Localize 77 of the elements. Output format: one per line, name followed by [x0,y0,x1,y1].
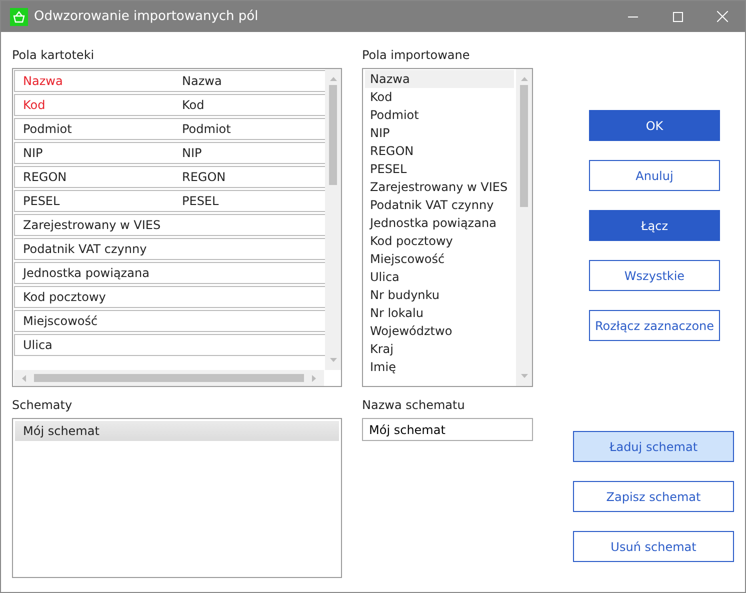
field-name: Kod [22,97,46,114]
grid-row[interactable]: Jednostka powiązana [14,262,325,284]
scroll-left-icon[interactable] [22,374,26,382]
scrollbar-thumb[interactable] [34,374,304,382]
grid-row[interactable]: Ulica [14,334,325,356]
list-item[interactable]: NIP [365,124,514,142]
field-name: Podmiot [22,121,73,138]
field-name: NIP [22,145,44,162]
list-item[interactable]: Kraj [365,340,514,358]
grid-row[interactable]: Podatnik VAT czynny [14,238,325,260]
vertical-scrollbar[interactable] [516,69,532,386]
field-name: PESEL [22,193,61,210]
grid-row[interactable]: Zarejestrowany w VIES [14,214,325,236]
mapped-field: NIP [182,144,202,162]
action-button[interactable]: Wszystkie [589,260,720,291]
list-item[interactable]: Ulica [365,268,514,286]
scroll-up-icon[interactable] [520,77,528,81]
mapped-field: Kod [182,96,204,114]
scrollbar-thumb[interactable] [329,85,337,185]
list-item[interactable]: Miejscowość [365,250,514,268]
section-label: Pola kartoteki [12,48,96,64]
list-item[interactable]: Podatnik VAT czynny [365,196,514,214]
scrollbar-thumb[interactable] [520,85,528,207]
list-item[interactable]: Nazwa [365,70,514,88]
action-button[interactable]: Łącz [589,210,720,241]
grid-row[interactable]: Kod pocztowy [14,286,325,308]
scroll-down-icon[interactable] [330,358,336,362]
field-name: Kod pocztowy [22,289,107,306]
list-item[interactable]: PESEL [365,160,514,178]
action-button[interactable]: Rozłącz zaznaczone [589,310,720,341]
scroll-up-icon[interactable] [330,77,336,81]
action-button[interactable]: Anuluj [589,160,720,191]
vertical-scrollbar[interactable] [325,69,341,370]
list-item[interactable]: Imię [365,358,514,376]
grid-row[interactable]: Miejscowość [14,310,325,332]
scheme-name-field[interactable]: Mój schemat [362,418,533,441]
window-title: Odwzorowanie importowanych pól [34,8,260,26]
scroll-down-icon[interactable] [520,374,528,378]
section-label: Schematy [12,398,74,414]
section-label: Pola importowane [362,48,471,64]
basket-icon [10,8,28,26]
scheme-button[interactable]: Usuń schemat [573,531,734,562]
list-item[interactable]: Jednostka powiązana [365,214,514,232]
list-item[interactable]: Kod [365,88,514,106]
action-button[interactable]: OK [589,110,720,141]
field-name: Ulica [22,337,54,354]
grid-row[interactable]: REGON REGON [14,166,325,188]
mapped-field: REGON [182,168,226,186]
scheme-button[interactable]: Zapisz schemat [573,481,734,512]
list-item[interactable]: Kod pocztowy [365,232,514,250]
list-item[interactable]: Zarejestrowany w VIES [365,178,514,196]
grid-row[interactable]: Kod Kod [14,94,325,116]
maximize-icon [672,12,682,22]
field-name: Nazwa [22,73,64,90]
list-item[interactable]: Mój schemat [15,421,339,441]
list-item[interactable]: REGON [365,142,514,160]
grid-row[interactable]: PESEL PESEL [14,190,325,212]
mapped-field: Nazwa [182,72,222,90]
list-item[interactable]: Nr budynku [365,286,514,304]
horizontal-scrollbar[interactable] [14,370,324,386]
grid-row[interactable]: Podmiot Podmiot [14,118,325,140]
list-item[interactable]: Nr lokalu [365,304,514,322]
field-name: Zarejestrowany w VIES [22,217,162,234]
field-name: Jednostka powiązana [21,265,150,282]
section-label: Nazwa schematu [362,398,466,414]
scheme-button[interactable]: Ładuj schemat [573,431,734,462]
list-item[interactable]: Województwo [365,322,514,340]
mapped-field: Podmiot [182,120,231,138]
field-name: Podatnik VAT czynny [22,241,148,258]
list-item[interactable]: Podmiot [365,106,514,124]
mapped-field: PESEL [182,192,219,210]
field-name: Miejscowość [22,313,99,330]
close-icon [717,11,728,22]
scroll-right-icon[interactable] [312,374,316,382]
field-name: REGON [22,169,68,186]
grid-row[interactable]: Nazwa Nazwa [14,70,325,92]
grid-row[interactable]: NIP NIP [14,142,325,164]
